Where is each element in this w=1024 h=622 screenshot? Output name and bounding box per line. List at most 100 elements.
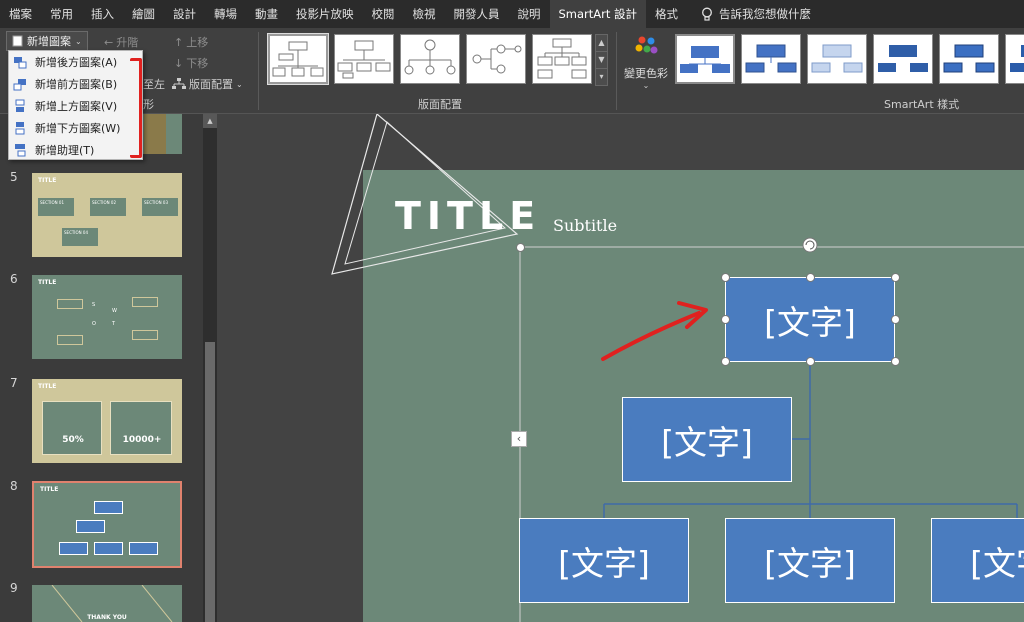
slide-number: 8 [10,479,18,493]
layout-option-horizontal-hierarchy[interactable] [466,34,526,84]
smartart-child-box-3[interactable]: [文字] [931,518,1024,603]
rotate-handle-icon[interactable] [802,237,818,253]
move-down-button[interactable]: ↓ 下移 [174,55,208,71]
right-to-left-label: 至左 [143,78,165,91]
scrollbar-thumb[interactable] [205,342,215,622]
smartart-child-box-2[interactable]: [文字] [725,518,895,603]
tab-insert[interactable]: 插入 [82,0,123,28]
menu-item-label: 新增下方圖案(W) [35,122,121,135]
menu-add-shape-above[interactable]: 新增上方圖案(V) [9,95,142,117]
group-label-fragment: 形 [143,96,154,112]
group-label-fragment-text: 形 [143,98,154,111]
thumbnail-image [144,114,166,154]
slide-thumbnail-8-selected[interactable]: TITLE [32,481,182,568]
tab-slideshow[interactable]: 投影片放映 [287,0,363,28]
slide-subtitle[interactable]: Subtitle [553,216,617,235]
tab-animations[interactable]: 動畫 [246,0,287,28]
tab-design[interactable]: 設計 [164,0,205,28]
thumb-org-box [129,542,158,555]
smartart-assistant-box[interactable]: [文字] [622,397,792,482]
style-bevel-icon [943,44,995,73]
thumb-stat-card: 50% [42,401,102,455]
thumb-title: TITLE [40,486,59,493]
add-after-icon [14,57,27,69]
thumb-box [57,299,83,309]
thumb-title: TITLE [38,279,57,286]
new-shape-button[interactable]: 新增圖案 ⌄ [6,31,88,51]
slide-thumbnail-6[interactable]: TITLE S W O T [32,275,182,359]
menu-add-shape-before[interactable]: 新增前方圖案(B) [9,73,142,95]
layout-circle-hierarchy-icon [404,39,456,75]
tab-smartart-design[interactable]: SmartArt 設計 [549,0,647,28]
style-option-3[interactable] [807,34,867,84]
menu-add-shape-below[interactable]: 新增下方圖案(W) [9,117,142,139]
style-gradient-icon [811,44,863,73]
style-option-4[interactable] [873,34,933,84]
tab-view[interactable]: 檢視 [404,0,445,28]
resize-handle[interactable] [806,357,815,366]
resize-handle[interactable] [721,273,730,282]
smartart-top-box[interactable]: [文字] [725,277,895,362]
styles-group-label: SmartArt 樣式 [884,98,960,111]
tell-me-box[interactable]: 告訴我您想做什麼 [687,0,820,28]
layout-horizontal-hierarchy-icon [472,44,522,74]
promote-button[interactable]: ← 升階 [104,34,138,50]
chevron-up-icon[interactable]: ▲ [596,35,607,52]
style-option-5[interactable] [939,34,999,84]
resize-handle[interactable] [721,357,730,366]
style-option-6[interactable] [1005,34,1024,84]
layout-option-labeled-hierarchy[interactable] [532,34,592,84]
chevron-down-icon: ⌄ [642,81,650,90]
resize-handle[interactable] [806,273,815,282]
tab-file[interactable]: 檔案 [0,0,41,28]
tab-home[interactable]: 常用 [41,0,82,28]
tab-draw[interactable]: 繪圖 [123,0,164,28]
tab-review[interactable]: 校閱 [363,0,404,28]
layout-gallery-scroll[interactable]: ▲ ▼ ▾ [595,34,608,86]
ribbon-separator [258,32,259,110]
change-colors-button[interactable]: 變更色彩 ⌄ [622,34,670,110]
tab-format[interactable]: 格式 [646,0,687,28]
slide-thumbnail-9[interactable]: THANK YOU [32,585,182,622]
resize-handle[interactable] [891,357,900,366]
style-option-1[interactable] [675,34,735,84]
more-icon[interactable]: ▾ [596,69,607,86]
frame-resize-handle[interactable] [516,243,525,252]
right-to-left-button[interactable]: 至左 [143,76,165,92]
slide-thumbnail-7[interactable]: TITLE 50% 10000+ [32,379,182,463]
thumb-box [57,335,83,345]
add-above-icon [15,99,25,112]
thumbnail-scrollbar[interactable]: ▲ [203,114,217,622]
tab-transitions[interactable]: 轉場 [205,0,246,28]
resize-handle[interactable] [891,315,900,324]
layout-option-org-chart[interactable] [267,33,329,85]
new-shape-dropdown-menu: 新增後方圖案(A) 新增前方圖案(B) 新增上方圖案(V) 新增下方圖案(W) … [8,50,143,160]
slide-number: 5 [10,170,18,184]
menu-add-assistant[interactable]: 新增助理(T) [9,139,142,161]
thumb-section-2: SECTION 02 [90,198,126,216]
thumb-stat-card: 10000+ [110,401,172,455]
style-flat-icon [680,46,730,73]
resize-handle[interactable] [891,273,900,282]
tab-developer[interactable]: 開發人員 [445,0,509,28]
thumb-thank-you: THANK YOU [87,614,127,621]
thumb-title: TITLE [38,383,57,390]
smartart-child-box-1[interactable]: [文字] [519,518,689,603]
slide-thumbnail-5[interactable]: TITLE SECTION 01 SECTION 02 SECTION 03 S… [32,173,182,257]
layout-button[interactable]: 版面配置 ⌄ [172,76,243,92]
scroll-up-icon[interactable]: ▲ [203,114,217,128]
move-up-button[interactable]: ↑ 上移 [174,34,208,50]
style-option-2[interactable] [741,34,801,84]
resize-handle[interactable] [721,315,730,324]
menu-add-shape-after[interactable]: 新增後方圖案(A) [9,51,142,73]
arrow-left-icon: ← [104,35,114,49]
lightbulb-icon [702,7,712,21]
thumb-section-4: SECTION 04 [62,228,98,246]
slide-title[interactable]: TITLE [395,194,541,238]
layout-option-circle-hierarchy[interactable] [400,34,460,84]
text-pane-toggle[interactable]: ‹ [511,431,527,447]
tab-help[interactable]: 說明 [509,0,550,28]
chevron-down-icon[interactable]: ▼ [596,52,607,69]
layout-option-name-title[interactable] [334,34,394,84]
layout-button-label: 版面配置 [189,78,233,91]
